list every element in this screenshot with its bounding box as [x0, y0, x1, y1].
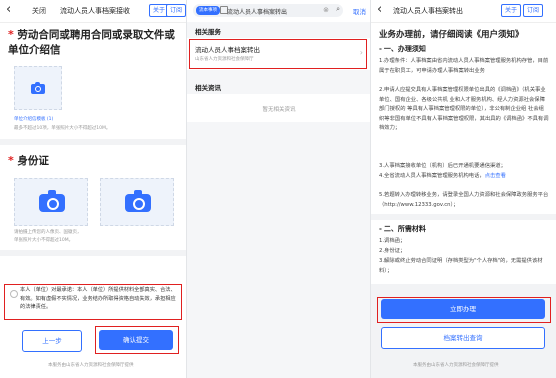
screenshot-collage: ‹ 关闭 流动人员人事档案接收 关于 订阅 * 劳动合同或聘用合同或录取文件或单… [0, 0, 556, 378]
back-chevron-icon[interactable]: ‹ [6, 2, 11, 17]
chevron-right-icon: › [359, 48, 363, 57]
news-empty-block: 暂无相关资讯 [187, 94, 371, 122]
subscribe-button[interactable]: 订阅 [166, 4, 186, 17]
notice-section-heading: 一、办理须知 [379, 44, 426, 54]
search-scope-tag[interactable]: 流本事项 [196, 6, 220, 15]
footer-text: 本服务由山东省人力资源和社会保障厅提供 [413, 363, 499, 368]
notice-line-2: 2.申请人应提交具有人事档案管理权限单位出具的《调档函》（机关事业单位、国有企业… [379, 87, 549, 132]
prev-step-button[interactable]: 上一步 [22, 330, 82, 352]
notice-line-4-text: 4.全省流动人员人事档案管理服务机构电话， [379, 173, 485, 179]
section-divider [0, 250, 186, 256]
search-panel: 流本事项 流动人员人事档案转出 ⊗ ⌕ 取消 相关服务 流动人员人事档案转出 山… [186, 0, 371, 378]
close-button[interactable]: 关闭 [32, 6, 46, 16]
service-notice-panel: ‹ 流动人员人事档案转出 关于 订阅 业务办理前，请仔细阅读《用户须知》 一、办… [370, 0, 556, 378]
contract-doc-heading: * 劳动合同或聘用合同或录取文件或单位介绍信 [8, 27, 180, 58]
material-item-2: 2.身份证； [379, 248, 406, 254]
result-title: 流动人员人事档案转出 [195, 46, 260, 54]
camera-icon [125, 190, 151, 212]
phone-link[interactable]: 点击查看 [485, 173, 506, 179]
notice-line-3: 3.人事档案接收单位（机构）后已开通机要通信渠道； [379, 163, 506, 169]
no-news-text: 暂无相关资讯 [262, 107, 296, 113]
page-title: 流动人员人事档案转出 [393, 7, 463, 15]
footer-text: 本服务由山东省人力资源和社会保障厅提供 [48, 363, 134, 368]
template-link[interactable]: 单位介绍信模板 (1) [14, 116, 53, 122]
upload-hint: 最多不超过10项，单张照片大小不得超过10M。 [14, 126, 111, 131]
required-marker: * [8, 28, 14, 41]
section-divider [0, 139, 186, 145]
material-item-1: 1.调档函； [379, 238, 406, 244]
search-icon[interactable]: ⌕ [336, 5, 340, 14]
related-services-label: 相关服务 [195, 28, 221, 36]
notice-heading: 业务办理前，请仔细阅读《用户须知》 [379, 30, 524, 40]
search-input[interactable]: 流动人员人事档案转出 [227, 7, 287, 16]
confirm-submit-button[interactable]: 确认提交 [99, 330, 173, 350]
id-hint-2: 单张照片大小不得超过10M。 [14, 238, 74, 243]
related-news-label: 相关资讯 [195, 84, 221, 92]
top-bar: ‹ 流动人员人事档案转出 关于 订阅 [371, 0, 556, 23]
id-card-title: 身份证 [17, 155, 49, 167]
notice-line-5: 5.若题转入办理转移业务，请登录全国人力资源和社会保障政务服务平台（http:/… [379, 192, 549, 208]
notice-line-1: 1.办理条件：人事档案由省内流动人员人事档案管理服务机构存管，目前属于在职员工，… [379, 58, 549, 74]
top-bar: ‹ 关闭 流动人员人事档案接收 关于 订阅 [0, 0, 186, 23]
search-header: 流本事项 流动人员人事档案转出 ⊗ ⌕ 取消 [187, 0, 371, 22]
service-result-row[interactable]: 流动人员人事档案转出 山东省人力资源和社会保障厅 › [187, 38, 371, 70]
page-title: 流动人员人事档案接收 [60, 7, 130, 15]
id-back-upload-box[interactable] [100, 178, 174, 226]
id-front-upload-box[interactable] [14, 178, 88, 226]
search-bar[interactable]: 流本事项 流动人员人事档案转出 ⊗ ⌕ [193, 4, 343, 17]
required-marker: * [8, 154, 14, 167]
agreement-text: 本人（单位）对最承诺：本人（单位）所提供材料全部真实、合法、有效。如有虚假不实情… [20, 287, 176, 310]
back-chevron-icon[interactable]: ‹ [377, 2, 382, 17]
contract-upload-box[interactable] [14, 66, 62, 110]
upload-materials-panel: ‹ 关闭 流动人员人事档案接收 关于 订阅 * 劳动合同或聘用合同或录取文件或单… [0, 0, 186, 378]
transfer-query-button[interactable]: 档案转出查询 [381, 327, 545, 349]
subscribe-button[interactable]: 订阅 [523, 4, 544, 17]
camera-icon [39, 190, 65, 212]
about-button[interactable]: 关于 [501, 4, 522, 17]
id-hint-1: 请拍摄上传您的人像页、国徽页， [14, 230, 82, 235]
section-divider [371, 214, 556, 220]
agreement-checkbox[interactable] [10, 290, 18, 298]
materials-section-heading: 二、所需材料 [379, 224, 426, 234]
contract-doc-title: 劳动合同或聘用合同或录取文件或单位介绍信 [8, 29, 175, 56]
result-subtitle: 山东省人力资源和社会保障厅 [195, 57, 254, 62]
cancel-button[interactable]: 取消 [353, 6, 366, 16]
clear-icon[interactable]: ⊗ [323, 6, 329, 14]
material-item-3: 3.解除或终止劳动合同证明（存档类型为"个人存档"的，无需提供该材料）； [379, 258, 543, 274]
id-card-heading: * 身份证 [8, 153, 49, 169]
camera-icon [31, 82, 45, 94]
notice-line-4: 4.全省流动人员人事档案管理服务机构电话，点击查看 [379, 172, 549, 182]
apply-now-button[interactable]: 立即办理 [381, 299, 545, 319]
